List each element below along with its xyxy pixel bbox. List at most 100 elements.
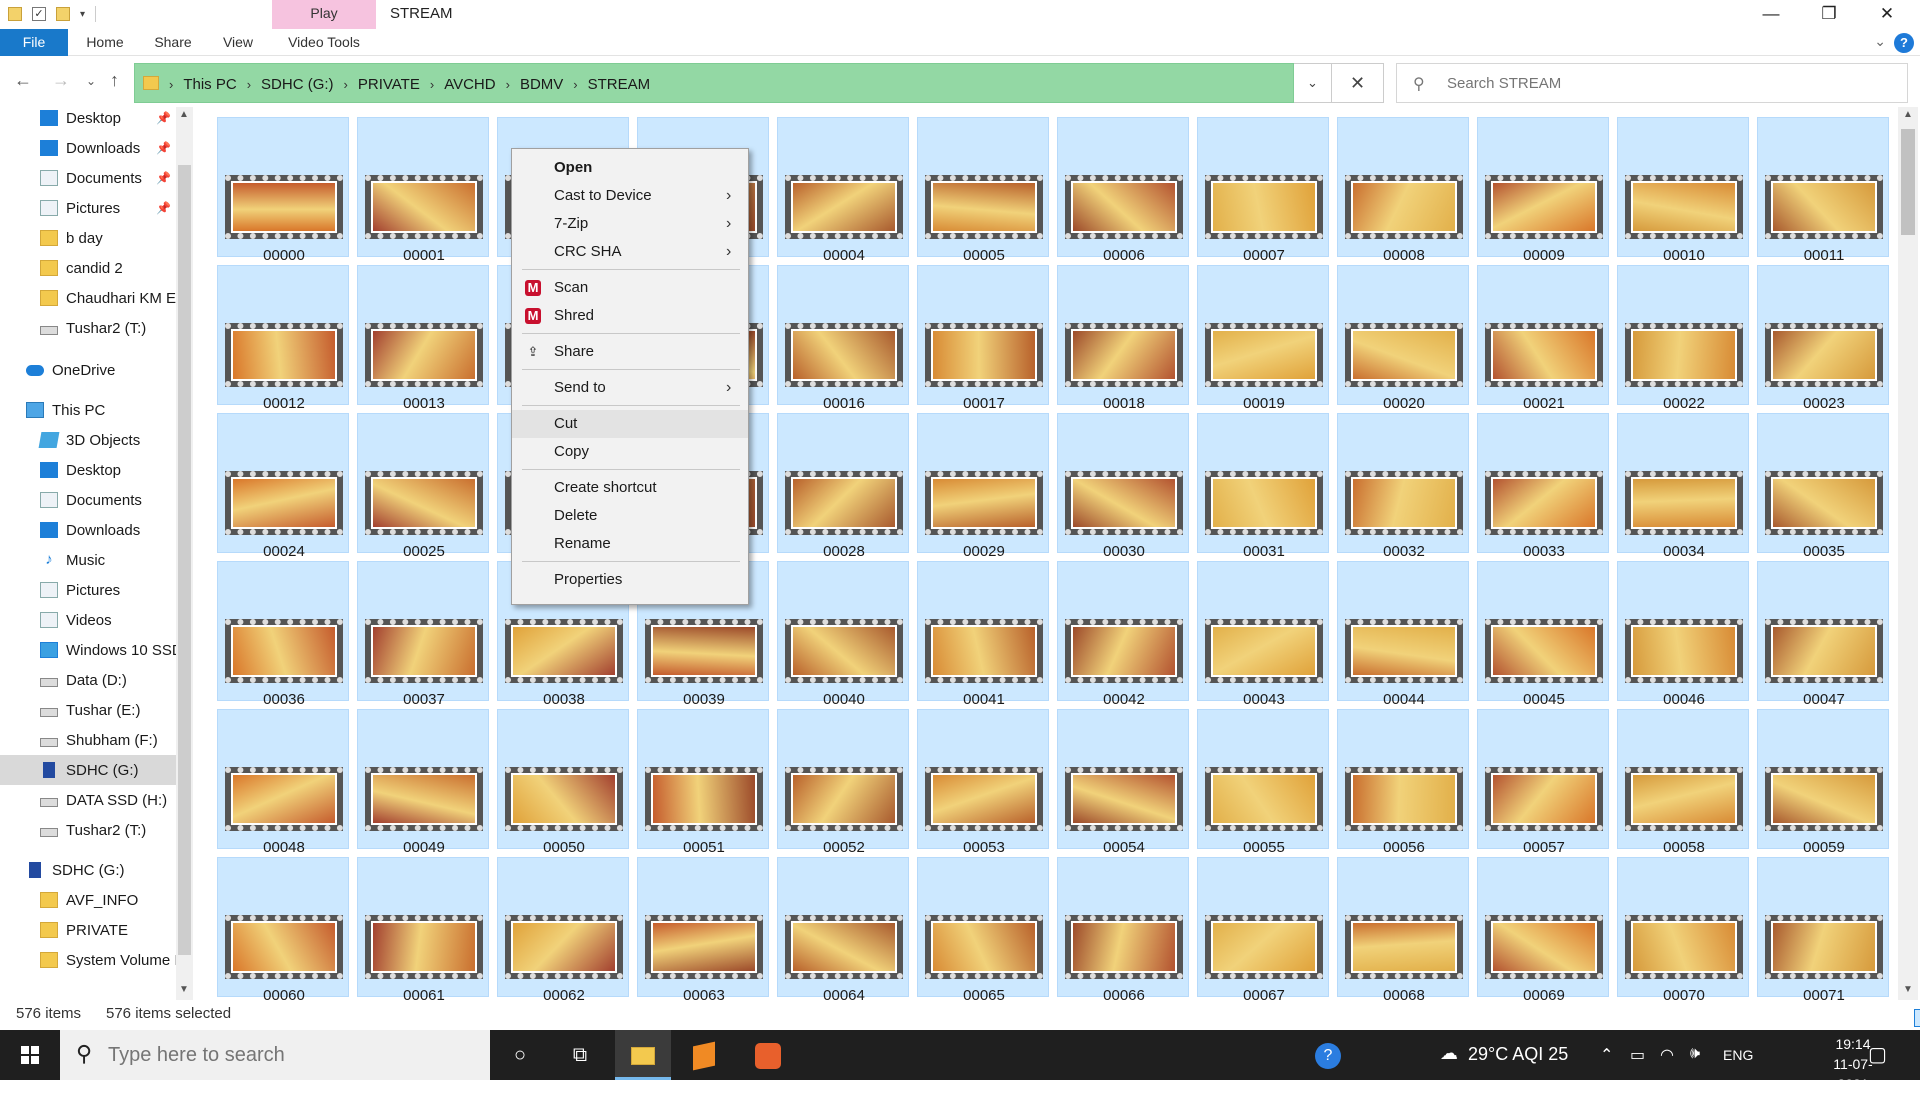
nav-item[interactable]: b day bbox=[0, 223, 176, 253]
file-tile[interactable]: 00013 bbox=[357, 265, 489, 412]
file-tile[interactable]: 00056 bbox=[1337, 709, 1469, 856]
file-tile[interactable]: 00016 bbox=[777, 265, 909, 412]
tab-file[interactable]: File bbox=[0, 29, 68, 56]
file-tile[interactable]: 00000 bbox=[217, 117, 349, 264]
show-hidden-icons-icon[interactable]: ⌃ bbox=[1600, 1045, 1613, 1065]
file-tile[interactable]: 00012 bbox=[217, 265, 349, 412]
battery-icon[interactable]: ▭ bbox=[1630, 1045, 1645, 1065]
menu-item-shred[interactable]: M Shred bbox=[512, 302, 748, 330]
menu-item-create-shortcut[interactable]: Create shortcut bbox=[512, 474, 748, 502]
file-tile[interactable]: 00057 bbox=[1477, 709, 1609, 856]
file-tile[interactable]: 00053 bbox=[917, 709, 1049, 856]
file-tile[interactable]: 00065 bbox=[917, 857, 1049, 1000]
chevron-right-icon[interactable]: › bbox=[340, 77, 352, 92]
tab-home[interactable]: Home bbox=[70, 29, 140, 56]
nav-item[interactable]: Shubham (F:) bbox=[0, 725, 176, 755]
file-tile[interactable]: 00010 bbox=[1617, 117, 1749, 264]
scroll-up-icon[interactable]: ▲ bbox=[1903, 109, 1913, 120]
file-tile[interactable]: 00019 bbox=[1197, 265, 1329, 412]
file-tile[interactable]: 00042 bbox=[1057, 561, 1189, 708]
nav-item[interactable]: Desktop bbox=[0, 455, 176, 485]
file-tile[interactable]: 00041 bbox=[917, 561, 1049, 708]
file-tile[interactable]: 00004 bbox=[777, 117, 909, 264]
start-button[interactable] bbox=[0, 1030, 60, 1080]
nav-item[interactable]: This PC bbox=[0, 395, 176, 425]
nav-item[interactable]: candid 2 bbox=[0, 253, 176, 283]
file-tile[interactable]: 00005 bbox=[917, 117, 1049, 264]
file-tile[interactable]: 00008 bbox=[1337, 117, 1469, 264]
chevron-right-icon[interactable]: › bbox=[426, 77, 438, 92]
large-icons-view-icon[interactable] bbox=[1914, 1009, 1920, 1027]
menu-item-open[interactable]: Open bbox=[512, 154, 748, 182]
file-tile[interactable]: 00064 bbox=[777, 857, 909, 1000]
nav-item[interactable]: OneDrive bbox=[0, 355, 176, 385]
taskbar-search-input[interactable] bbox=[108, 1040, 468, 1070]
chevron-right-icon[interactable]: › bbox=[569, 77, 581, 92]
menu-item-cut[interactable]: Cut bbox=[512, 410, 748, 438]
address-dropdown-button[interactable]: ⌄ bbox=[1294, 63, 1332, 103]
nav-item[interactable]: SDHC (G:) bbox=[0, 755, 176, 785]
file-tile[interactable]: 00052 bbox=[777, 709, 909, 856]
file-tile[interactable]: 00025 bbox=[357, 413, 489, 560]
content-scroll-thumb[interactable] bbox=[1901, 129, 1915, 235]
recent-locations-icon[interactable]: ⌄ bbox=[86, 74, 96, 88]
menu-item-cast-to-device[interactable]: Cast to Device › bbox=[512, 182, 748, 210]
file-tile[interactable]: 00063 bbox=[637, 857, 769, 1000]
menu-item-share[interactable]: ⇪ Share bbox=[512, 338, 748, 366]
scroll-up-icon[interactable]: ▲ bbox=[179, 109, 189, 120]
file-tile[interactable]: 00021 bbox=[1477, 265, 1609, 412]
sublime-text-icon[interactable] bbox=[676, 1030, 732, 1080]
file-tile[interactable]: 00022 bbox=[1617, 265, 1749, 412]
file-tile[interactable]: 00031 bbox=[1197, 413, 1329, 560]
nav-scrollbar[interactable]: ▲ ▼ bbox=[176, 107, 193, 1000]
breadcrumb-bdmv[interactable]: BDMV bbox=[514, 76, 569, 93]
tab-video-tools[interactable]: Video Tools bbox=[276, 29, 372, 56]
file-tile[interactable]: 00048 bbox=[217, 709, 349, 856]
file-tile[interactable]: 00068 bbox=[1337, 857, 1469, 1000]
taskbar-search[interactable]: ⚲ bbox=[60, 1030, 490, 1080]
breadcrumb-sdhc[interactable]: SDHC (G:) bbox=[255, 76, 340, 93]
nav-scroll-thumb[interactable] bbox=[178, 165, 191, 955]
file-tile[interactable]: 00037 bbox=[357, 561, 489, 708]
file-tile[interactable]: 00070 bbox=[1617, 857, 1749, 1000]
nav-item[interactable]: DATA SSD (H:) bbox=[0, 785, 176, 815]
menu-item-copy[interactable]: Copy bbox=[512, 438, 748, 466]
file-tile[interactable]: 00034 bbox=[1617, 413, 1749, 560]
nav-item[interactable]: Chaudhari KM Er bbox=[0, 283, 176, 313]
tab-view[interactable]: View bbox=[206, 29, 270, 56]
task-view-icon[interactable]: ⧉ bbox=[552, 1030, 608, 1080]
nav-item[interactable]: Documents 📌 bbox=[0, 163, 176, 193]
nav-item[interactable]: Downloads bbox=[0, 515, 176, 545]
file-tile[interactable]: 00030 bbox=[1057, 413, 1189, 560]
nav-item[interactable]: ♪ Music bbox=[0, 545, 176, 575]
weather-cloud-icon[interactable]: ☁ bbox=[1440, 1043, 1458, 1064]
expand-ribbon-icon[interactable]: ⌄ bbox=[1874, 33, 1886, 50]
search-input[interactable] bbox=[1447, 64, 1887, 102]
file-tile[interactable]: 00032 bbox=[1337, 413, 1469, 560]
breadcrumb-stream[interactable]: STREAM bbox=[582, 76, 657, 93]
nav-item[interactable]: Pictures bbox=[0, 575, 176, 605]
file-tile[interactable]: 00054 bbox=[1057, 709, 1189, 856]
file-tile[interactable]: 00011 bbox=[1757, 117, 1889, 264]
nav-item[interactable]: Downloads 📌 bbox=[0, 133, 176, 163]
cortana-icon[interactable]: ○ bbox=[492, 1030, 548, 1080]
breadcrumb-this-pc[interactable]: This PC bbox=[177, 76, 242, 93]
scroll-down-icon[interactable]: ▼ bbox=[1903, 984, 1913, 995]
file-tile[interactable]: 00029 bbox=[917, 413, 1049, 560]
file-tile[interactable]: 00028 bbox=[777, 413, 909, 560]
file-tile[interactable]: 00020 bbox=[1337, 265, 1469, 412]
nav-item[interactable]: Windows 10 SSD bbox=[0, 635, 176, 665]
file-tile[interactable]: 00001 bbox=[357, 117, 489, 264]
nav-item[interactable]: Data (D:) bbox=[0, 665, 176, 695]
forward-button[interactable]: → bbox=[52, 70, 70, 91]
file-tile[interactable]: 00049 bbox=[357, 709, 489, 856]
nav-item[interactable]: Tushar2 (T:) bbox=[0, 313, 176, 343]
file-tile[interactable]: 00040 bbox=[777, 561, 909, 708]
minimize-button[interactable]: — bbox=[1742, 0, 1800, 29]
search-box[interactable]: ⚲ bbox=[1396, 63, 1908, 103]
back-button[interactable]: ← bbox=[14, 70, 32, 91]
properties-icon[interactable]: ✓ bbox=[32, 7, 46, 21]
file-tile[interactable]: 00009 bbox=[1477, 117, 1609, 264]
file-explorer-taskbar-icon[interactable] bbox=[615, 1030, 671, 1080]
file-tile[interactable]: 00018 bbox=[1057, 265, 1189, 412]
